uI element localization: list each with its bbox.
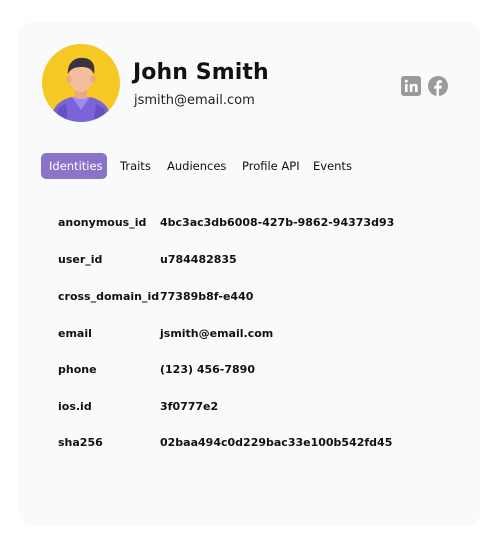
- tab-audiences[interactable]: Audiences: [167, 153, 226, 179]
- tab-events[interactable]: Events: [313, 153, 352, 179]
- identity-value: jsmith@email.com: [160, 327, 274, 340]
- identity-value: 3f0777e2: [160, 400, 219, 413]
- tab-identities[interactable]: Identities: [41, 153, 107, 179]
- identity-value: 02baa494c0d229bac33e100b542fd45: [160, 436, 393, 449]
- identity-key: sha256: [58, 436, 103, 449]
- identity-value: 77389b8f-e440: [160, 290, 254, 303]
- identity-key: anonymous_id: [58, 216, 147, 229]
- identity-key: email: [58, 327, 92, 340]
- person-avatar-icon: [42, 44, 120, 122]
- identity-key: cross_domain_id: [58, 290, 160, 303]
- identity-value: u784482835: [160, 253, 237, 266]
- tab-traits[interactable]: Traits: [120, 153, 151, 179]
- linkedin-icon[interactable]: [401, 76, 421, 96]
- tab-profile-api[interactable]: Profile API: [242, 153, 300, 179]
- profile-card: John Smith jsmith@email.com Identities T…: [19, 22, 480, 526]
- identity-value: 4bc3ac3db6008-427b-9862-94373d93: [160, 216, 395, 229]
- facebook-icon[interactable]: [428, 76, 448, 96]
- profile-email: jsmith@email.com: [134, 93, 255, 108]
- profile-name: John Smith: [133, 60, 269, 85]
- identity-key: ios.id: [58, 400, 92, 413]
- identity-key: phone: [58, 363, 97, 376]
- identity-key: user_id: [58, 253, 103, 266]
- avatar: [42, 44, 120, 122]
- identity-value: (123) 456-7890: [160, 363, 255, 376]
